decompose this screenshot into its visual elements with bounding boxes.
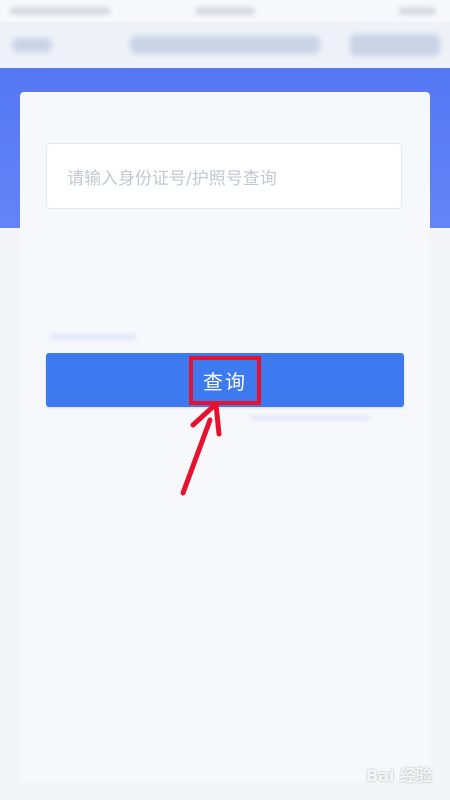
- id-number-input[interactable]: 请输入身份证号/护照号查询: [46, 143, 402, 209]
- faint-link[interactable]: [50, 334, 136, 340]
- query-button[interactable]: 查询: [46, 353, 404, 407]
- query-button-label: 查询: [189, 355, 261, 405]
- status-bar: [0, 0, 450, 22]
- back-button[interactable]: [12, 38, 52, 52]
- status-center-blur: [195, 7, 255, 15]
- status-right-blur: [398, 7, 436, 15]
- nav-action-button[interactable]: [350, 34, 440, 56]
- input-placeholder: 请输入身份证号/护照号查询: [67, 168, 277, 189]
- watermark-logo: Bai 经验: [365, 766, 432, 785]
- status-left-blur: [10, 7, 110, 15]
- page-title: [130, 36, 320, 54]
- faint-text: [250, 416, 370, 420]
- nav-bar: [0, 22, 450, 68]
